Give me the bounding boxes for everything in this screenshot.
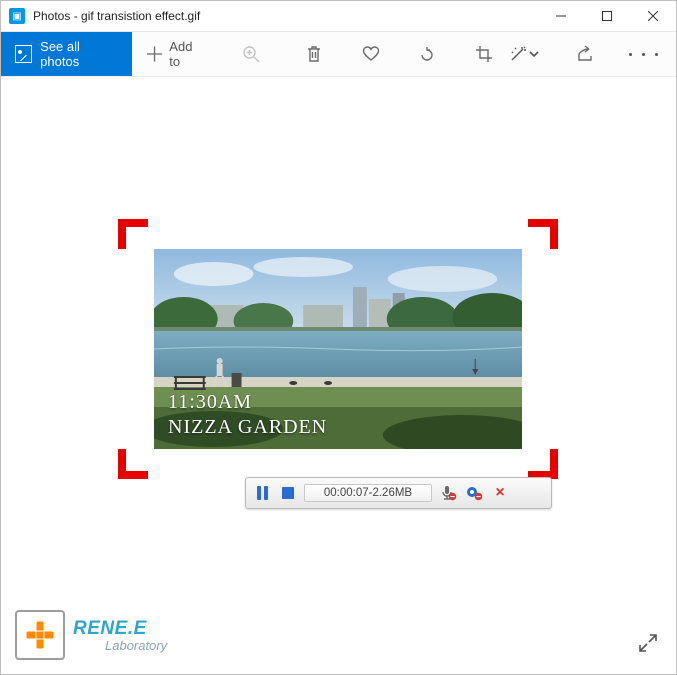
trash-icon — [305, 45, 323, 63]
capture-corner-top-right[interactable] — [528, 219, 558, 249]
recorder-stop-button[interactable] — [278, 483, 298, 503]
chevron-down-icon — [529, 49, 539, 59]
dot-icon — [655, 53, 658, 56]
delete-button[interactable] — [297, 32, 331, 76]
see-all-photos-label: See all photos — [40, 39, 118, 69]
photos-app-icon: ▣ — [9, 8, 25, 24]
capture-corner-top-left[interactable] — [118, 219, 148, 249]
fullscreen-button[interactable] — [638, 633, 658, 656]
dot-icon — [629, 53, 632, 56]
gif-preview-image: 11:30AM NIZZA GARDEN — [154, 249, 522, 449]
app-toolbar: See all photos Add to — [1, 32, 676, 77]
photos-icon — [15, 45, 32, 63]
capture-region[interactable]: 11:30AM NIZZA GARDEN — [128, 229, 548, 469]
add-to-button[interactable]: Add to — [132, 32, 219, 76]
recorder-close-button[interactable]: × — [490, 483, 510, 503]
see-all-photos-button[interactable]: See all photos — [1, 32, 132, 76]
capture-corner-bottom-right[interactable] — [528, 449, 558, 479]
share-button[interactable] — [568, 32, 602, 76]
overlay-place: NIZZA GARDEN — [168, 416, 327, 439]
dot-icon — [642, 53, 645, 56]
crop-icon — [475, 45, 493, 63]
add-to-label: Add to — [169, 39, 205, 69]
crop-button[interactable] — [467, 32, 501, 76]
window-title: Photos - gif transistion effect.gif — [33, 9, 200, 23]
share-icon — [576, 45, 594, 63]
content-area: 11:30AM NIZZA GARDEN 00:00:07-2.26MB × — [1, 77, 676, 674]
rotate-icon — [418, 45, 436, 63]
window-titlebar: ▣ Photos - gif transistion effect.gif — [1, 1, 676, 32]
image-overlay-text: 11:30AM NIZZA GARDEN — [168, 391, 327, 439]
logo-line1: RENE.E — [73, 618, 167, 640]
capture-corner-bottom-left[interactable] — [118, 449, 148, 479]
recorder-pause-button[interactable] — [252, 483, 272, 503]
close-button[interactable] — [630, 1, 676, 31]
rotate-button[interactable] — [410, 32, 444, 76]
zoom-button[interactable] — [234, 32, 268, 76]
more-button[interactable] — [619, 32, 668, 76]
recorder-microphone-button[interactable] — [438, 483, 458, 503]
recorder-webcam-button[interactable] — [464, 483, 484, 503]
favorite-button[interactable] — [354, 32, 388, 76]
minimize-button[interactable] — [538, 1, 584, 31]
plus-icon — [146, 45, 163, 63]
logo-badge-icon — [15, 610, 65, 660]
logo-text: RENE.E Laboratory — [73, 618, 167, 653]
magnifier-icon — [242, 45, 260, 63]
overlay-time: 11:30AM — [168, 391, 327, 414]
magic-wand-icon — [509, 45, 527, 63]
logo-line2: Laboratory — [73, 638, 167, 653]
maximize-button[interactable] — [584, 1, 630, 31]
edit-menu-button[interactable] — [501, 32, 547, 76]
recorder-readout: 00:00:07-2.26MB — [304, 484, 432, 502]
screen-recorder-bar[interactable]: 00:00:07-2.26MB × — [245, 477, 552, 509]
watermark-logo: RENE.E Laboratory — [15, 610, 167, 660]
expand-icon — [638, 633, 658, 653]
heart-icon — [362, 45, 380, 63]
